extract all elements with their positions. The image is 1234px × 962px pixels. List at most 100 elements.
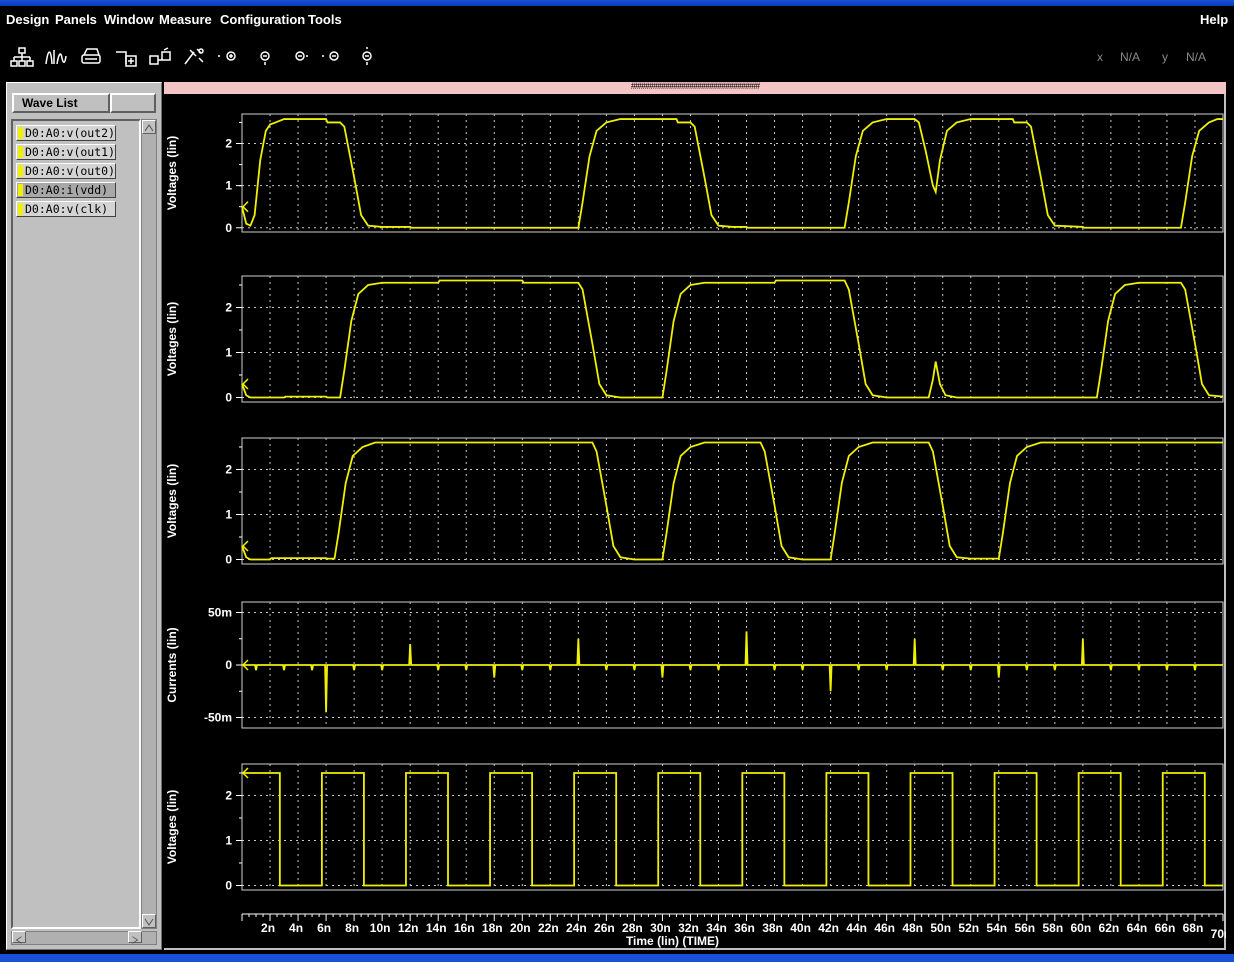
x-tick-label: 38n — [762, 921, 783, 935]
trace-v-out2 — [241, 118, 1223, 229]
menu-window[interactable]: Window — [104, 12, 154, 27]
x-tick-label: 26n — [594, 921, 615, 935]
panel-frame — [241, 763, 1224, 891]
x-tick-label: 42n — [818, 921, 839, 935]
y-tick-label: 0 — [225, 879, 232, 893]
x-tick-label: 66n — [1155, 921, 1176, 935]
y-tick-label: 1 — [225, 834, 232, 848]
scroll-left-button[interactable] — [12, 931, 26, 944]
wave-item-clk[interactable]: D0:A0:v(clk) — [16, 201, 116, 217]
wave-item-label: D0:A0:v(out2) — [25, 126, 116, 140]
zoom-prev-icon[interactable] — [320, 46, 344, 68]
x-tick-label: 6n — [317, 921, 331, 935]
wave-item-label: D0:A0:i(vdd) — [25, 183, 109, 197]
wave-list-horizontal-scrollbar[interactable] — [11, 931, 157, 945]
x-axis-label: Time (lin) (TIME) — [626, 934, 719, 948]
x-tick-label: 20n — [510, 921, 531, 935]
x-tick-label: 8n — [345, 921, 359, 935]
y-axis-label: Voltages (lin) — [165, 302, 179, 376]
y-tick-label: 1 — [225, 508, 232, 522]
scroll-right-button[interactable] — [128, 931, 142, 944]
menubar: Design Panels Window Measure Configurati… — [0, 6, 1234, 34]
y-tick-label: 0 — [225, 553, 232, 567]
y-tick-label: 0 — [225, 221, 232, 235]
y-axis-label: Voltages (lin) — [165, 464, 179, 538]
plot-title: ################################ — [630, 81, 760, 91]
edit-icon[interactable] — [148, 46, 172, 68]
wave-item-out1[interactable]: D0:A0:v(out1) — [16, 144, 116, 160]
y-tick-label: -50m — [204, 711, 232, 725]
trace-color-swatch — [18, 146, 23, 158]
x-tick-label: 34n — [706, 921, 727, 935]
y-tick-label: 2 — [225, 463, 232, 477]
x-tick-label: 22n — [538, 921, 559, 935]
wave-item-ivdd[interactable]: D0:A0:i(vdd) — [16, 182, 116, 198]
x-tick-label: 60n — [1071, 921, 1092, 935]
arrow-down-icon — [144, 918, 154, 926]
waveform-plot-area[interactable]: 0 1 2 Voltages (lin) 0 1 2 Voltages (lin) 0 1 2 Vol… — [164, 94, 1226, 950]
cursor-x-value: N/A — [1120, 50, 1141, 64]
x-tick-label: 46n — [874, 921, 895, 935]
arrow-left-icon — [15, 936, 22, 944]
x-tick-label: 56n — [1014, 921, 1035, 935]
wave-list-button[interactable]: Wave List — [12, 93, 110, 113]
y-tick-label: 2 — [225, 137, 232, 151]
toolbar: x N/A y N/A — [0, 34, 1234, 80]
y-tick-label: 2 — [225, 301, 232, 315]
x-tick-label: 68n — [1183, 921, 1204, 935]
x-tick-label: 44n — [846, 921, 867, 935]
trace-color-swatch — [18, 165, 23, 177]
x-tick-label: 70n — [1211, 927, 1226, 941]
menu-measure[interactable]: Measure — [159, 12, 212, 27]
zoom-fit-icon[interactable] — [251, 46, 275, 68]
wave-item-out2[interactable]: D0:A0:v(out2) — [16, 125, 116, 141]
hierarchy-icon[interactable] — [10, 46, 34, 68]
x-tick-label: 36n — [734, 921, 755, 935]
x-tick-label: 40n — [790, 921, 811, 935]
print-icon[interactable] — [79, 46, 103, 68]
menu-panels[interactable]: Panels — [55, 12, 97, 27]
wave-list-vertical-scrollbar[interactable] — [141, 119, 157, 929]
scroll-up-button[interactable] — [142, 120, 156, 134]
menu-help[interactable]: Help — [1200, 12, 1228, 27]
trace-i-vdd — [242, 631, 1223, 713]
wave-list-button-extension[interactable] — [110, 93, 156, 113]
x-tick-label: 24n — [566, 921, 587, 935]
x-tick-label: 28n — [622, 921, 643, 935]
trace-color-swatch — [18, 127, 23, 139]
wave-item-out0[interactable]: D0:A0:v(out0) — [16, 163, 116, 179]
window-bottom-border — [0, 954, 1234, 962]
zoom-in-icon[interactable] — [216, 46, 240, 68]
panel-frame — [241, 437, 1224, 565]
scroll-down-button[interactable] — [142, 914, 156, 928]
wave-item-label: D0:A0:v(out0) — [25, 164, 116, 178]
x-tick-label: 58n — [1042, 921, 1063, 935]
x-tick-label: 64n — [1127, 921, 1148, 935]
y-tick-label: 0 — [225, 658, 232, 672]
x-tick-label: 54n — [986, 921, 1007, 935]
cursor-x-label: x — [1097, 50, 1103, 64]
x-tick-label: 12n — [398, 921, 419, 935]
zoom-region-icon[interactable] — [355, 46, 379, 68]
add-panel-icon[interactable] — [114, 46, 138, 68]
menu-tools[interactable]: Tools — [308, 12, 342, 27]
y-axis-label: Currents (lin) — [165, 627, 179, 702]
x-tick-label: 10n — [370, 921, 391, 935]
wave-list-panel: Wave List D0:A0:v(out2) D0:A0:v(out1) D0… — [6, 82, 162, 950]
x-tick-label: 50n — [930, 921, 951, 935]
wave-item-label: D0:A0:v(out1) — [25, 145, 116, 159]
zoom-out-icon[interactable] — [286, 46, 310, 68]
menu-configuration[interactable]: Configuration — [220, 12, 305, 27]
x-tick-label: 18n — [482, 921, 503, 935]
y-axis-label: Voltages (lin) — [165, 790, 179, 864]
y-tick-label: 1 — [225, 179, 232, 193]
cursor-y-label: y — [1162, 50, 1168, 64]
waveform-icon[interactable] — [44, 46, 68, 68]
measure-icon[interactable] — [182, 46, 206, 68]
x-tick-label: 4n — [289, 921, 303, 935]
arrow-right-icon — [132, 936, 139, 944]
cursor-y-value: N/A — [1186, 50, 1207, 64]
trace-v-clk — [242, 772, 1223, 887]
y-axis-label: Voltages (lin) — [165, 136, 179, 210]
menu-design[interactable]: Design — [6, 12, 49, 27]
